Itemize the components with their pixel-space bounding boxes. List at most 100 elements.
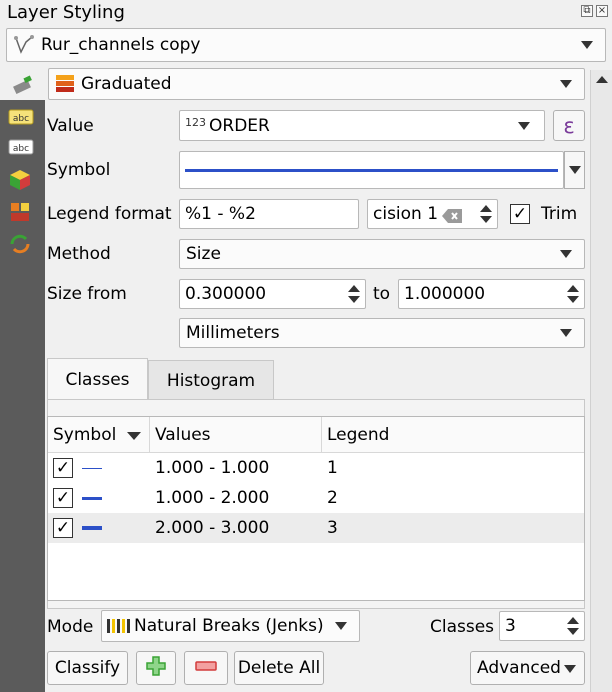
classes-count-spinbox[interactable]: 3 [499,611,585,641]
classes-count-stepper[interactable] [562,612,584,640]
row-legend: 2 [327,488,338,508]
chevron-down-icon [581,41,593,49]
size-to-stepper[interactable] [562,280,584,308]
symbol-label: Symbol [47,160,111,180]
row-symbol-preview[interactable] [82,483,102,513]
classes-count-label: Classes [430,617,495,637]
window-controls: ⧉ × [581,5,608,17]
tab-classes-label: Classes [65,369,130,390]
row-values: 1.000 - 2.000 [155,488,270,508]
method-select[interactable]: Size [179,239,585,269]
trim-checkbox[interactable]: ✓ [510,204,530,224]
row-values: 2.000 - 3.000 [155,518,270,538]
table-header: Symbol Values Legend [48,417,584,453]
column-header-values[interactable]: Values [150,417,322,453]
classes-count-value: 3 [505,616,516,636]
precision-spinbox[interactable]: cision 1 [367,199,498,229]
rendering-icon[interactable] [8,232,34,254]
chevron-down-icon [560,80,572,88]
table-row[interactable]: ✓ 2.000 - 3.000 3 [48,513,584,543]
row-values: 1.000 - 1.000 [155,458,270,478]
method-value: Size [186,244,221,264]
tab-classes[interactable]: Classes [47,358,148,400]
classes-table[interactable]: Symbol Values Legend ✓ 1.000 - 1.000 1 ✓… [47,416,585,601]
units-value: Millimeters [186,323,280,343]
float-icon[interactable]: ⧉ [581,5,593,17]
layer-select-value: Rur_channels copy [41,35,201,55]
mode-select[interactable]: Natural Breaks (Jenks) [101,610,360,642]
size-from-spinbox[interactable]: 0.300000 [179,279,366,309]
mask-icon[interactable]: abc [8,138,34,158]
mode-label: Mode [47,617,94,637]
column-header-symbol[interactable]: Symbol [48,417,150,453]
size-to-value: 1.000000 [404,284,486,304]
add-class-button[interactable] [136,651,176,685]
row-legend: 3 [327,518,338,538]
line-layer-icon [13,34,35,56]
units-select[interactable]: Millimeters [179,318,585,348]
remove-class-button[interactable] [184,651,228,685]
row-symbol-preview[interactable] [82,453,102,483]
graduated-renderer-icon [55,74,77,94]
row-checkbox[interactable]: ✓ [53,518,73,538]
renderer-select-value: Graduated [81,74,172,94]
row-checkbox[interactable]: ✓ [53,458,73,478]
classify-button[interactable]: Classify [47,651,128,685]
diagrams-icon[interactable] [8,200,34,221]
delete-all-button[interactable]: Delete All [234,651,324,685]
natural-breaks-icon [106,616,132,636]
sort-down-icon [127,432,141,440]
row-symbol-preview[interactable] [82,513,102,543]
legend-format-input[interactable]: %1 - %2 [179,199,359,229]
size-from-label: Size from [47,284,127,304]
table-row[interactable]: ✓ 1.000 - 2.000 2 [48,483,584,513]
size-to-label: to [373,284,391,304]
panel-title: Layer Styling [7,2,125,23]
row-checkbox[interactable]: ✓ [53,488,73,508]
method-label: Method [47,244,111,264]
integer-field-icon: 123 [185,116,206,129]
value-label: Value [47,116,94,136]
advanced-button[interactable]: Advanced [470,651,585,685]
symbol-button[interactable] [179,151,564,189]
precision-value: cision 1 [373,204,439,224]
minus-icon [194,658,218,678]
precision-stepper[interactable] [475,200,497,228]
plus-icon [145,655,167,682]
layer-select[interactable]: Rur_channels copy [6,28,606,62]
scroll-up-icon[interactable] [596,76,608,83]
legend-format-label: Legend format [47,204,172,224]
chevron-down-icon [335,622,347,630]
trim-label: Trim [541,204,578,224]
mode-value: Natural Breaks (Jenks) [134,616,324,636]
size-to-spinbox[interactable]: 1.000000 [398,279,585,309]
symbol-preview-line [185,169,558,172]
svg-text:abc: abc [13,114,29,124]
tab-histogram[interactable]: Histogram [148,360,274,400]
legend-format-value: %1 - %2 [185,204,256,224]
clear-icon[interactable] [442,208,462,228]
symbol-menu-button[interactable] [564,151,585,189]
vertical-scrollbar[interactable] [590,70,612,692]
paint-brush-icon[interactable] [10,74,36,95]
svg-text:abc: abc [13,144,29,154]
chevron-down-icon [560,250,572,258]
chevron-down-icon [564,665,576,673]
3d-cube-icon[interactable] [8,168,34,190]
chevron-down-icon [518,121,530,130]
column-header-legend[interactable]: Legend [322,417,586,453]
value-field-value: ORDER [209,115,270,136]
row-legend: 1 [327,458,338,478]
renderer-select[interactable]: Graduated [48,68,585,100]
chevron-down-icon [568,166,581,174]
tool-strip: abc abc [0,100,45,692]
value-field-combo[interactable]: 123 ORDER [179,110,545,141]
expression-button[interactable]: ε [553,110,585,141]
close-icon[interactable]: × [596,5,608,17]
size-from-stepper[interactable] [343,280,365,308]
size-from-value: 0.300000 [185,284,267,304]
labels-icon[interactable]: abc [8,108,34,128]
tab-histogram-label: Histogram [166,370,256,391]
chevron-down-icon [560,329,572,337]
table-row[interactable]: ✓ 1.000 - 1.000 1 [48,453,584,483]
